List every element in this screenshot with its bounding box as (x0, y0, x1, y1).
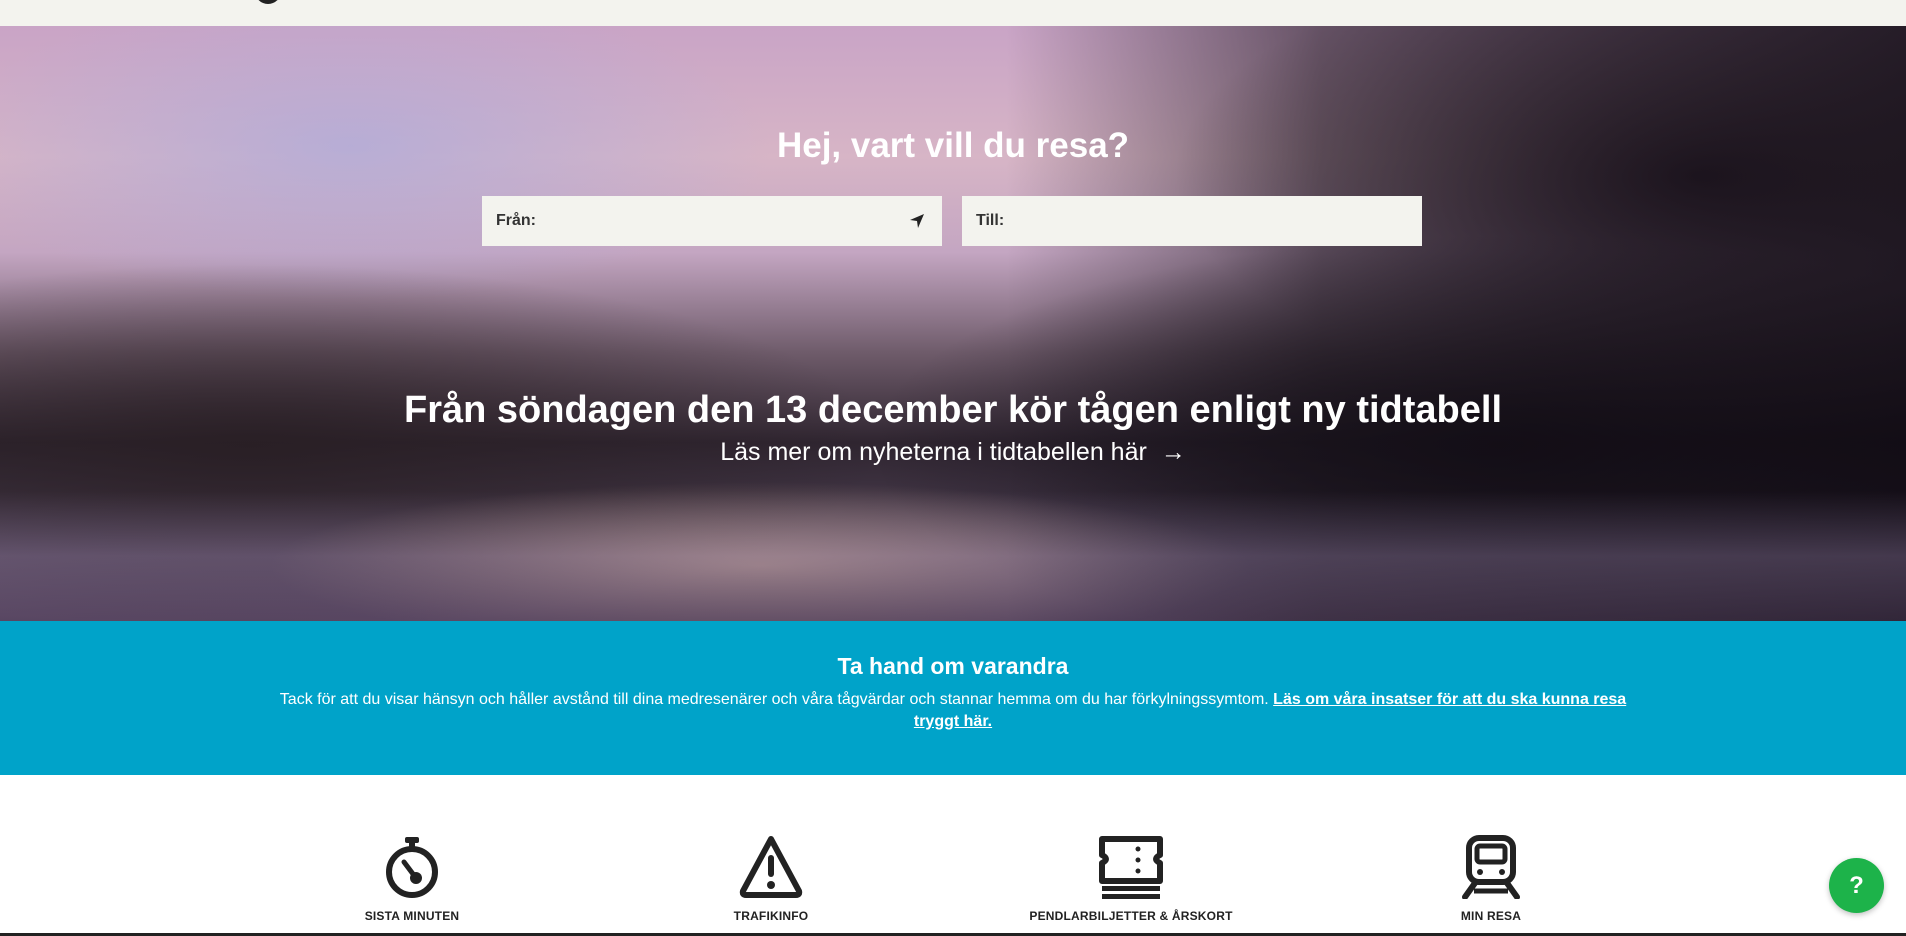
to-field[interactable]: Till: (962, 196, 1422, 246)
stopwatch-icon (386, 837, 438, 898)
warning-triangle-icon (739, 836, 803, 898)
from-label: Från: (496, 212, 536, 229)
shortcut-label: TRAFIKINFO (733, 909, 809, 923)
to-input[interactable] (1010, 211, 1408, 231)
from-field[interactable]: Från: (482, 196, 942, 246)
news-link-text: Läs mer om nyheterna i tidtabellen här (720, 438, 1147, 466)
logo[interactable] (255, 0, 281, 4)
shortcut-sista-minuten[interactable]: SISTA MINUTEN (292, 835, 532, 923)
ticket-icon (1099, 836, 1163, 899)
shortcut-label: SISTA MINUTEN (364, 909, 460, 923)
info-body: Tack för att du visar hänsyn och håller … (279, 691, 1269, 708)
news-title: Från söndagen den 13 december kör tågen … (403, 389, 1502, 431)
shortcut-pendlarbiljetter[interactable]: PENDLARBILJETTER & ÅRSKORT (1011, 835, 1251, 923)
info-title: Ta hand om varandra (837, 653, 1069, 679)
arrow-right-icon: → (1160, 438, 1186, 466)
shortcut-trafikinfo[interactable]: TRAFIKINFO (651, 835, 891, 923)
top-header (0, 0, 1906, 26)
hero-title: Hej, vart vill du resa? (776, 126, 1130, 165)
info-text: Tack för att du visar hänsyn och håller … (263, 689, 1643, 733)
shortcuts: SISTA MINUTEN TRAFIKINFO PENDLARBILJETTE… (0, 775, 1906, 936)
from-input[interactable] (542, 211, 906, 231)
shortcut-label: PENDLARBILJETTER & ÅRSKORT (1029, 909, 1233, 923)
train-icon (1462, 835, 1520, 899)
news-link-wrap: Läs mer om nyheterna i tidtabellen här → (0, 438, 1906, 467)
to-label: Till: (976, 212, 1005, 229)
shortcut-min-resa[interactable]: MIN RESA (1371, 835, 1611, 923)
shortcut-label: MIN RESA (1460, 909, 1522, 923)
news-link[interactable]: Läs mer om nyheterna i tidtabellen här → (720, 438, 1186, 466)
help-button[interactable]: ? (1829, 858, 1884, 913)
info-band: Ta hand om varandra Tack för att du visa… (0, 621, 1906, 775)
hero-background-water (0, 491, 1906, 621)
navigation-arrow-icon[interactable] (906, 210, 928, 232)
hero-banner: Hej, vart vill du resa? Från: Till: Från… (0, 26, 1906, 621)
